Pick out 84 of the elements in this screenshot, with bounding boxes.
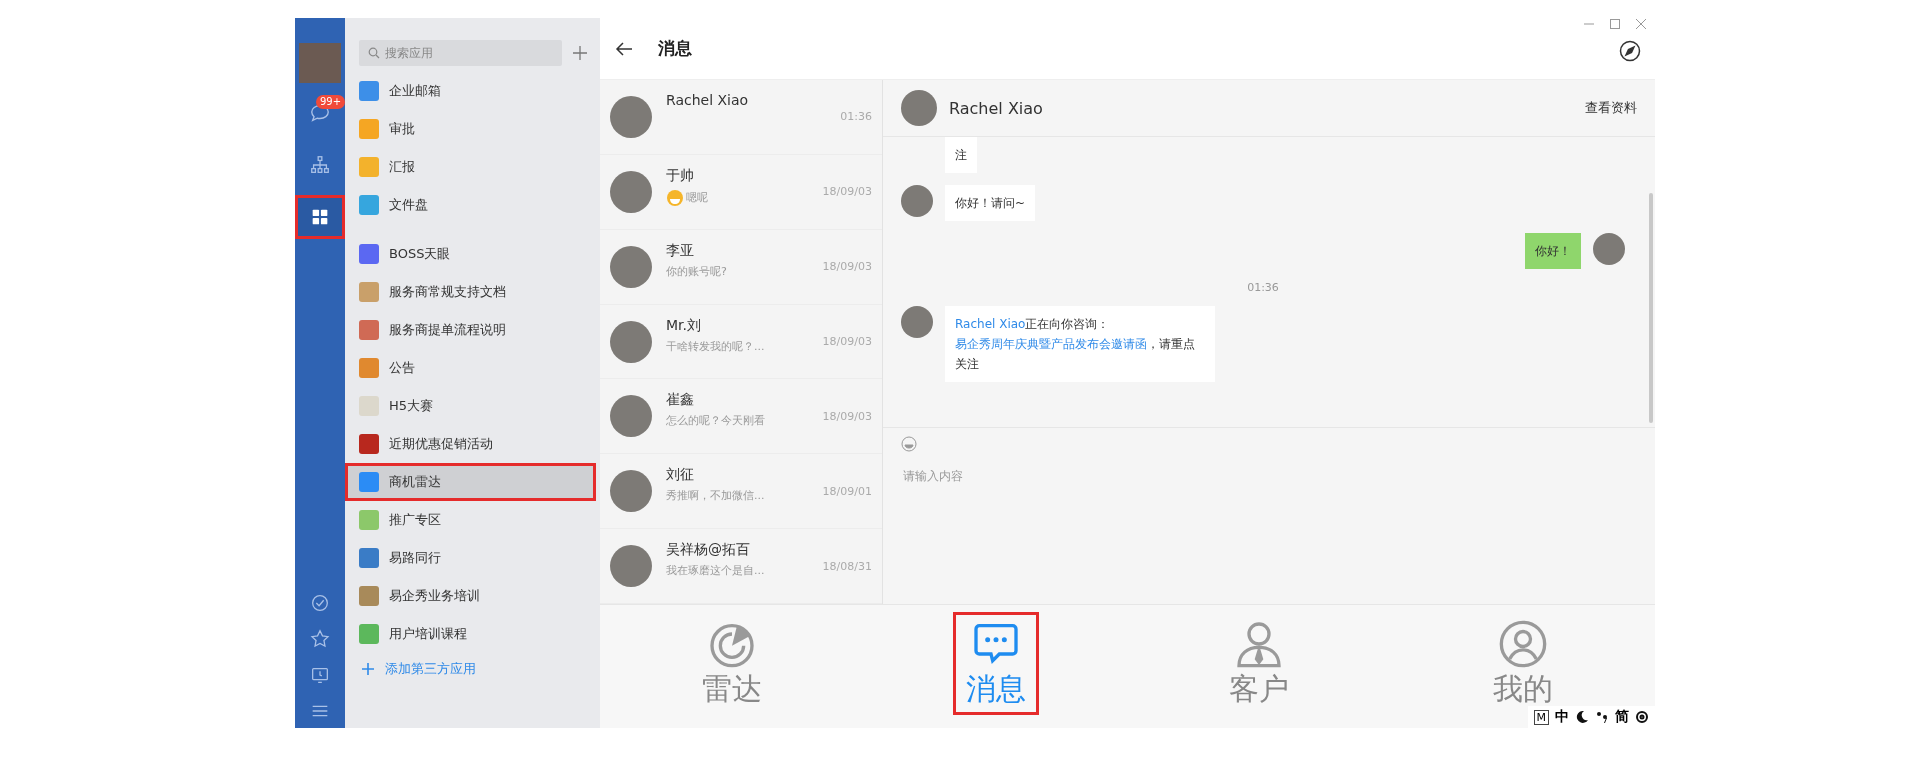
conversation-item[interactable]: 于帅 嗯呢 18/09/03 xyxy=(600,154,882,230)
conversation-item[interactable]: Mr.刘 干啥转发我的呢？... 18/09/03 xyxy=(600,304,882,380)
settings-icon[interactable] xyxy=(1635,710,1649,724)
app-list-item[interactable]: H5大赛 xyxy=(345,387,596,425)
message-input[interactable]: 请输入内容 xyxy=(901,466,1637,570)
contact-name: Mr.刘 xyxy=(666,316,702,335)
avatar xyxy=(610,320,652,363)
ime-language[interactable]: 中 xyxy=(1555,708,1569,726)
app-list-item[interactable]: 易企秀业务培训 xyxy=(345,577,596,615)
plus-icon[interactable] xyxy=(361,662,375,676)
message-time: 01:36 xyxy=(840,110,872,124)
message-time: 18/09/01 xyxy=(822,484,872,498)
app-list-item[interactable]: BOSS天眼 xyxy=(345,235,596,273)
conversation-item[interactable]: Rachel Xiao 01:36 xyxy=(600,80,882,155)
message-preview: 秀推啊，不加微信... xyxy=(666,488,765,504)
message-preview: 干啥转发我的呢？... xyxy=(666,338,765,354)
smiley-icon[interactable] xyxy=(901,436,917,452)
message-time: 18/09/03 xyxy=(822,409,872,423)
avatar xyxy=(610,245,652,288)
avatar xyxy=(610,395,652,438)
message-time: 01:36 xyxy=(1247,281,1279,294)
message-bubble: 你好！请问~ xyxy=(945,185,1036,221)
star-icon[interactable] xyxy=(309,628,331,650)
contact-name: 于帅 xyxy=(666,166,695,185)
moon-icon[interactable] xyxy=(1575,710,1589,724)
ime-mode[interactable]: M xyxy=(1533,709,1549,725)
message-preview: 你的账号呢? xyxy=(666,263,727,279)
app-list-item[interactable]: 文件盘 xyxy=(345,186,596,224)
contact-name: Rachel Xiao xyxy=(666,92,750,108)
conversation-item[interactable]: 崔鑫 怎么的呢？今天刚看 18/09/03 xyxy=(600,379,882,455)
avatar xyxy=(1593,233,1625,265)
avatar xyxy=(901,185,933,217)
avatar xyxy=(610,95,652,138)
app-list-item[interactable]: 企业邮箱 xyxy=(345,72,596,110)
message-link[interactable]: 易企秀周年庆典暨产品发布会邀请函 xyxy=(955,337,1147,351)
app-list-item[interactable]: 公告 xyxy=(345,349,596,387)
conversation-item[interactable]: 李亚 你的账号呢? 18/09/03 xyxy=(600,229,882,305)
message-preview: 我在琢磨这个是自... xyxy=(666,563,765,579)
message-time: 18/09/03 xyxy=(822,185,872,199)
unread-badge: 99+ xyxy=(316,95,346,109)
contact-name: 李亚 xyxy=(666,241,695,260)
app-list-item[interactable]: 用户培训课程 xyxy=(345,615,596,653)
app-list-item[interactable]: 推广专区 xyxy=(345,501,596,539)
sidebar-tab[interactable]: 99+ xyxy=(295,91,345,135)
app-list-item[interactable]: 审批 xyxy=(345,110,596,148)
compass-icon[interactable] xyxy=(1619,40,1641,62)
page-title: 消息 xyxy=(658,37,692,60)
org-chart-icon[interactable] xyxy=(309,154,331,176)
app-list-item[interactable]: 近期优惠促销活动 xyxy=(345,425,596,463)
app-list-item[interactable]: 服务商常规支持文档 xyxy=(345,273,596,311)
app-list-item[interactable]: 商机雷达 xyxy=(345,463,596,501)
contact-name: Rachel Xiao xyxy=(949,98,1044,118)
sidebar-tab[interactable] xyxy=(295,195,345,239)
user-circle-icon xyxy=(1498,619,1549,669)
maximize-icon[interactable] xyxy=(1609,18,1621,30)
app-list-item[interactable]: 易路同行 xyxy=(345,539,596,577)
message-preview: 嗯呢 xyxy=(686,190,708,206)
search-field[interactable]: 搜索应用 xyxy=(359,40,562,66)
message-bubble: Rachel Xiao正在向你咨询： 易企秀周年庆典暨产品发布会邀请函，请重点关注 xyxy=(945,306,1215,382)
view-profile-link[interactable]: 查看资料 xyxy=(1585,99,1637,117)
avatar xyxy=(610,170,652,213)
contact-name: 崔鑫 xyxy=(666,391,695,410)
scrollbar[interactable] xyxy=(1649,193,1653,423)
message-link[interactable]: Rachel Xiao xyxy=(955,317,1026,331)
message-bubble: 注 xyxy=(945,137,977,173)
message-preview: 怎么的呢？今天刚看 xyxy=(666,413,765,429)
app-list-item[interactable]: 汇报 xyxy=(345,148,596,186)
ime-script[interactable]: 简 xyxy=(1615,708,1629,726)
avatar xyxy=(901,306,933,338)
app-list-item[interactable]: 服务商提单流程说明 xyxy=(345,311,596,349)
message-bubble: 你好！ xyxy=(1525,233,1581,269)
contact-name: 吴祥杨@拓百 xyxy=(666,541,751,560)
plus-icon[interactable] xyxy=(572,45,588,61)
message-time: 18/09/03 xyxy=(822,335,872,348)
avatar xyxy=(901,90,937,126)
punctuation-icon[interactable] xyxy=(1595,710,1609,724)
message-time: 18/08/31 xyxy=(822,559,872,573)
check-circle-icon[interactable] xyxy=(309,592,331,614)
contact-name: 刘征 xyxy=(666,466,695,485)
avatar xyxy=(610,545,652,588)
conversation-item[interactable]: 刘征 秀推啊，不加微信... 18/09/01 xyxy=(600,454,882,530)
close-icon[interactable] xyxy=(1635,18,1647,30)
avatar xyxy=(610,470,652,513)
message-time: 18/09/03 xyxy=(822,260,872,274)
